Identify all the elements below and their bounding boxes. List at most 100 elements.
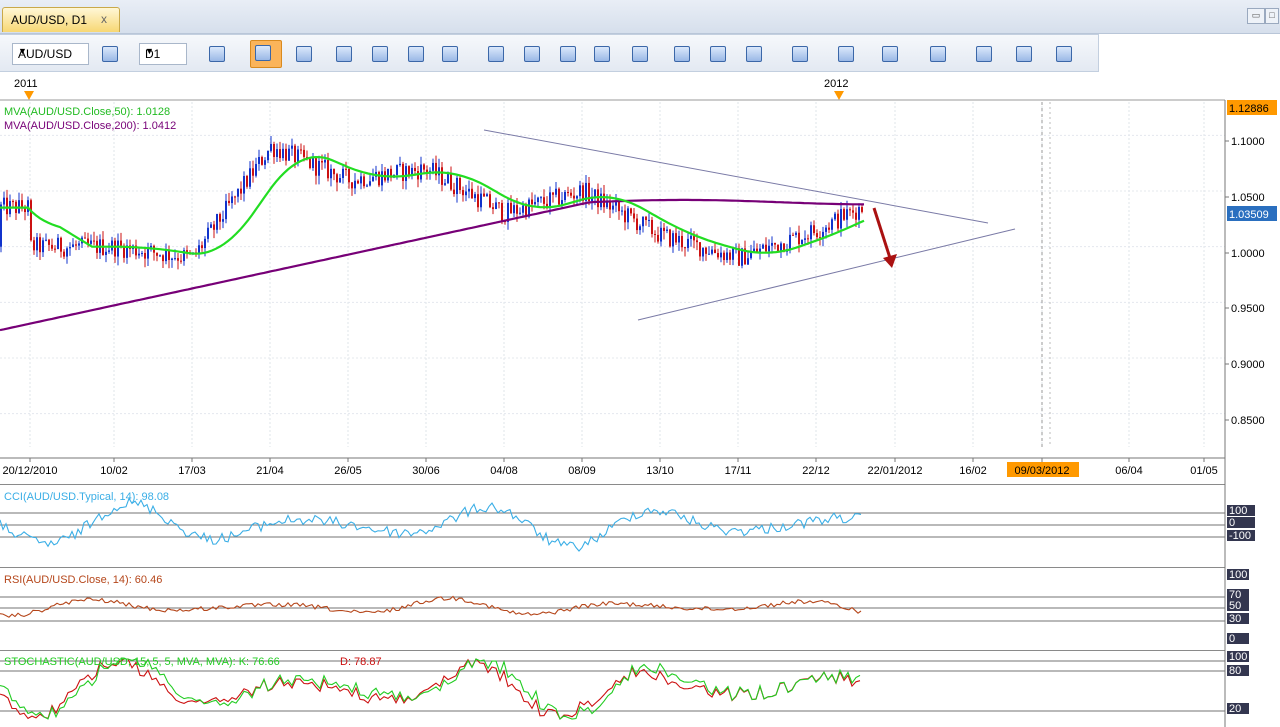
hand-icon-glyph	[560, 46, 576, 62]
candle-body	[321, 160, 323, 163]
candle-body	[681, 235, 683, 248]
candle-body	[615, 201, 617, 206]
stochastic-d-label: D: 78.87	[340, 656, 382, 668]
candle-body	[702, 247, 704, 257]
globe-icon[interactable]	[590, 42, 612, 64]
candle-body	[45, 239, 47, 241]
candle-body	[666, 229, 668, 231]
candles-icon[interactable]	[250, 40, 282, 68]
candle-body	[846, 209, 848, 220]
candle-body	[0, 204, 2, 247]
cci-panel[interactable]: CCI(AUD/USD.Typical, 14): 98.08	[0, 487, 1225, 568]
candle-body	[285, 148, 287, 161]
candle-body	[27, 200, 29, 213]
ma200-line	[0, 198, 865, 332]
zoom-in-icon-glyph	[336, 46, 352, 62]
text-icon[interactable]	[972, 42, 994, 64]
zoom-out-icon-glyph	[372, 46, 388, 62]
candle-body	[498, 202, 500, 204]
candle-body	[144, 253, 146, 259]
candle-body	[300, 149, 302, 151]
cci-axis-label: -100	[1229, 530, 1251, 542]
hierarchy-icon[interactable]	[1052, 42, 1074, 64]
candle-body	[792, 234, 794, 236]
price-chart[interactable]: 2011 2012	[0, 72, 1225, 484]
candle-body	[723, 252, 725, 261]
candle-body	[657, 234, 659, 242]
bar-chart-icon-glyph	[209, 46, 225, 62]
rsi-panel[interactable]: RSI(AUD/USD.Close, 14): 60.46	[0, 571, 1225, 651]
template-icon[interactable]	[706, 42, 728, 64]
candle-body	[639, 226, 641, 231]
candle-body	[645, 216, 647, 221]
main-chart-panel[interactable]: 2011 2012 MVA(AUD/USD.Close,50): 1.0128 M…	[0, 72, 1225, 485]
candle-body	[204, 238, 206, 249]
candle-body	[63, 251, 65, 257]
candle-body	[165, 249, 167, 262]
stochastic-panel[interactable]: STOCHASTIC(AUD/USD, 15, 5, 5, MVA, MVA):…	[0, 653, 1225, 727]
pitchfork-icon[interactable]	[834, 42, 856, 64]
properties-icon[interactable]	[520, 42, 542, 64]
magnifier-icon[interactable]	[438, 42, 460, 64]
current-price-label: 1.03509	[1229, 209, 1269, 221]
price-tick-label: 0.9500	[1231, 303, 1265, 315]
image-icon[interactable]	[670, 42, 692, 64]
crosshair-icon-glyph	[488, 46, 504, 62]
rsi-label: RSI(AUD/USD.Close, 14): 60.46	[4, 574, 163, 586]
candle-body	[117, 240, 119, 257]
cursor-icon[interactable]	[404, 42, 426, 64]
candle-body	[576, 196, 578, 199]
pen-icon[interactable]	[878, 42, 900, 64]
tab-aud-usd-d1[interactable]: AUD/USD, D1 x	[2, 7, 120, 32]
candle-body	[612, 205, 614, 210]
cci-chart[interactable]	[0, 487, 1225, 567]
candle-body	[438, 167, 440, 176]
rsi-chart[interactable]	[0, 571, 1225, 650]
candle-body	[618, 201, 620, 212]
candle-body	[633, 213, 635, 219]
text-icon-glyph	[976, 46, 992, 62]
candle-body	[246, 176, 248, 187]
cci-axis-label: 100	[1229, 505, 1247, 517]
symbol-select[interactable]: AUD/USD ▼	[12, 43, 89, 65]
candle-body	[3, 197, 5, 205]
zoom-out-icon[interactable]	[368, 42, 390, 64]
lines-icon[interactable]	[788, 42, 810, 64]
close-icon[interactable]: x	[101, 12, 107, 26]
candle-body	[339, 177, 341, 183]
candle-body	[297, 149, 299, 163]
ellipse-icon[interactable]	[926, 42, 948, 64]
candle-body	[675, 233, 677, 243]
symbol-settings-icon[interactable]	[98, 42, 120, 64]
candle-body	[279, 149, 281, 159]
candle-body	[159, 255, 161, 257]
candle-body	[477, 194, 479, 208]
hierarchy-icon-glyph	[1056, 46, 1072, 62]
restore-icon[interactable]: ▭	[1247, 8, 1265, 24]
candle-body	[90, 240, 92, 244]
zoom-in-icon[interactable]	[332, 42, 354, 64]
eraser-icon[interactable]	[1012, 42, 1034, 64]
bar-chart-icon[interactable]	[205, 42, 227, 64]
timeframe-select[interactable]: D1 ▼	[139, 43, 187, 65]
indicator-icon[interactable]	[742, 42, 764, 64]
maximize-icon[interactable]: □	[1265, 8, 1279, 24]
stochastic-axis-badge	[1227, 665, 1249, 676]
line-chart-icon[interactable]	[292, 42, 314, 64]
rsi-axis-badge	[1227, 600, 1249, 611]
candle-body	[474, 194, 476, 199]
price-tick-label: 0.9000	[1231, 359, 1265, 371]
crosshair-icon[interactable]	[484, 42, 506, 64]
candle-body	[150, 245, 152, 248]
candle-body	[768, 245, 770, 252]
candle-body	[807, 238, 809, 240]
candle-body	[450, 173, 452, 190]
candle-body	[468, 188, 470, 192]
candle-body	[549, 192, 551, 207]
candle-body	[105, 251, 107, 255]
hand-icon[interactable]	[556, 42, 578, 64]
ruler-icon[interactable]	[628, 42, 650, 64]
rsi-axis-badge	[1227, 613, 1249, 624]
top-price-badge	[1227, 100, 1277, 115]
candle-body	[396, 165, 398, 175]
